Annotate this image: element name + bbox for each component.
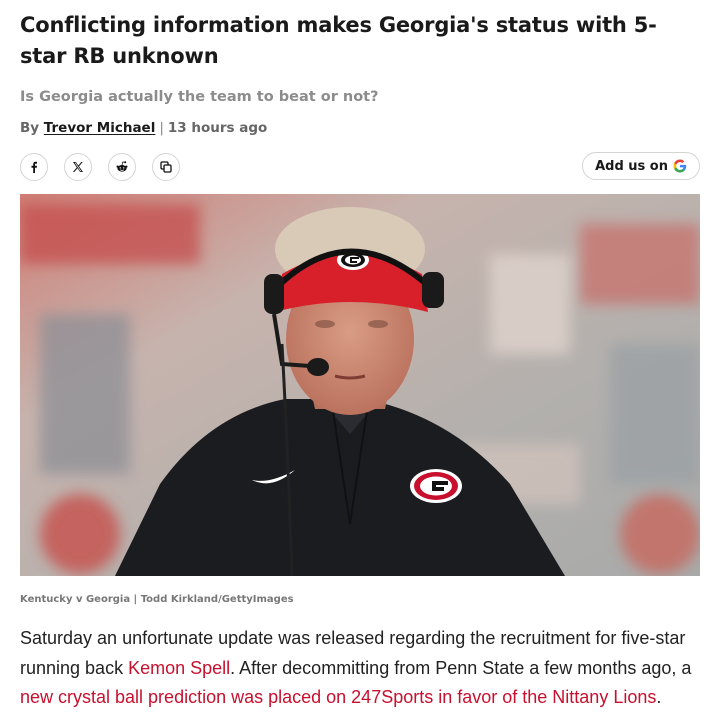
author-link[interactable]: Trevor Michael: [44, 120, 156, 136]
article-paragraph: Saturday an unfortunate update was relea…: [20, 624, 700, 713]
share-facebook-button[interactable]: [20, 153, 48, 181]
byline-separator: |: [159, 120, 164, 136]
facebook-icon: [31, 161, 37, 173]
reddit-icon: [116, 161, 128, 172]
paragraph-text-2: . After decommitting from Penn State a f…: [230, 657, 692, 678]
share-row: Add us on: [20, 152, 700, 182]
image-caption: Kentucky v Georgia | Todd Kirkland/Getty…: [20, 594, 294, 605]
kemon-spell-link[interactable]: Kemon Spell: [128, 658, 230, 678]
article: Conflicting information makes Georgia's …: [20, 10, 700, 713]
share-x-button[interactable]: [64, 153, 92, 181]
x-twitter-icon: [72, 162, 83, 172]
byline: By Trevor Michael | 13 hours ago: [20, 118, 700, 138]
article-subheadline: Is Georgia actually the team to beat or …: [20, 89, 379, 105]
hero-image: [20, 194, 700, 576]
share-reddit-button[interactable]: [108, 153, 136, 181]
copy-link-icon: [160, 161, 172, 173]
byline-prefix: By: [20, 120, 40, 136]
copy-link-button[interactable]: [152, 153, 180, 181]
google-icon: [673, 159, 687, 173]
add-google-label: Add us on: [595, 158, 668, 174]
crystal-ball-link[interactable]: new crystal ball prediction was placed o…: [20, 687, 656, 707]
timestamp: 13 hours ago: [167, 120, 268, 136]
add-us-on-google-button[interactable]: Add us on: [582, 152, 700, 180]
coach-photo: [20, 194, 700, 576]
paragraph-text-3: .: [656, 687, 662, 707]
article-headline: Conflicting information makes Georgia's …: [20, 13, 657, 68]
